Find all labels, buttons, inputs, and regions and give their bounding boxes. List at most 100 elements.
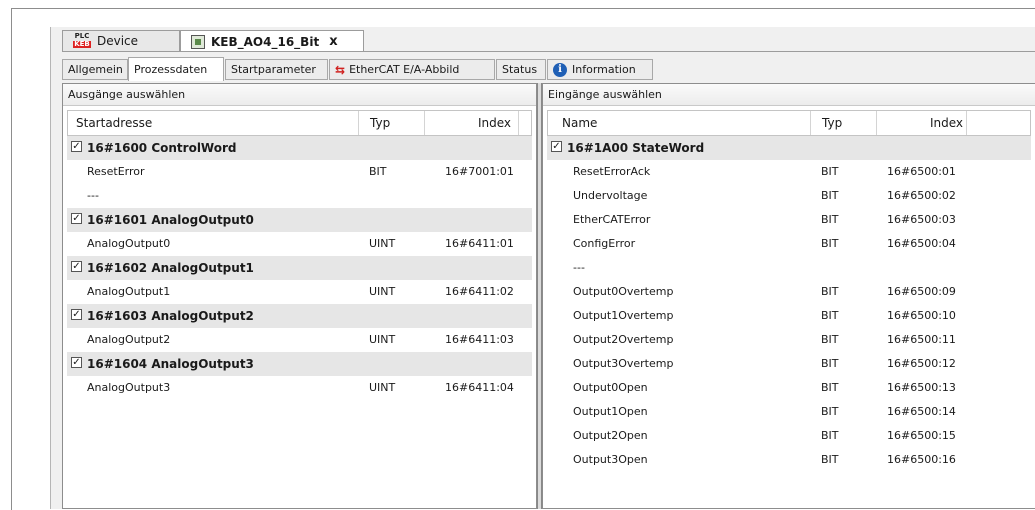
cell-typ: BIT — [821, 453, 839, 466]
group-row[interactable]: ✓ 16#1600 ControlWord — [67, 136, 532, 160]
table-row[interactable]: ConfigError BIT 16#6500:04 — [547, 232, 1031, 256]
table-row[interactable]: ResetErrorAck BIT 16#6500:01 — [547, 160, 1031, 184]
cell-typ: BIT — [821, 309, 839, 322]
group-row[interactable]: ✓ 16#1A00 StateWord — [547, 136, 1031, 160]
outputs-title: Ausgänge auswählen — [63, 84, 536, 106]
table-row[interactable]: --- — [547, 256, 1031, 280]
cell-typ: BIT — [821, 285, 839, 298]
checkbox[interactable]: ✓ — [71, 357, 82, 368]
cell-name: Output3Open — [573, 453, 648, 466]
device-icon — [191, 34, 205, 49]
col-name[interactable]: Name — [562, 116, 597, 130]
inputs-pane: Eingänge auswählen Name Typ Index ✓ 16#1A… — [542, 83, 1035, 509]
cell-name: Output1Open — [573, 405, 648, 418]
col-typ[interactable]: Typ — [822, 116, 842, 130]
cell-index: 16#6411:03 — [445, 333, 514, 346]
table-row[interactable]: Output3Overtemp BIT 16#6500:12 — [547, 352, 1031, 376]
cell-index: 16#6500:15 — [887, 429, 956, 442]
cell-index: 16#7001:01 — [445, 165, 514, 178]
cell-name: --- — [87, 189, 99, 202]
table-row[interactable]: Output1Overtemp BIT 16#6500:10 — [547, 304, 1031, 328]
table-row[interactable]: AnalogOutput1 UINT 16#6411:02 — [67, 280, 532, 304]
table-row[interactable]: Output2Overtemp BIT 16#6500:11 — [547, 328, 1031, 352]
cell-name: Undervoltage — [573, 189, 648, 202]
cell-index: 16#6500:04 — [887, 237, 956, 250]
col-startadresse[interactable]: Startadresse — [76, 116, 152, 130]
table-row[interactable]: Undervoltage BIT 16#6500:02 — [547, 184, 1031, 208]
tab-label: KEB_AO4_16_Bit — [211, 34, 320, 49]
table-row[interactable]: Output2Open BIT 16#6500:15 — [547, 424, 1031, 448]
table-row[interactable]: Output0Overtemp BIT 16#6500:09 — [547, 280, 1031, 304]
inputs-title: Eingänge auswählen — [543, 84, 1035, 106]
cell-name: 16#1600 ControlWord — [87, 141, 237, 155]
inputs-rows: ✓ 16#1A00 StateWord ResetErrorAck BIT 16#650… — [547, 136, 1031, 472]
table-row[interactable]: Output1Open BIT 16#6500:14 — [547, 400, 1031, 424]
table-row[interactable]: EtherCATError BIT 16#6500:03 — [547, 208, 1031, 232]
checkbox[interactable]: ✓ — [551, 141, 562, 152]
checkbox[interactable]: ✓ — [71, 309, 82, 320]
cell-index: 16#6500:03 — [887, 213, 956, 226]
cell-typ: BIT — [821, 381, 839, 394]
cell-index: 16#6500:16 — [887, 453, 956, 466]
cell-name: AnalogOutput0 — [87, 237, 171, 250]
cell-name: Output0Overtemp — [573, 285, 674, 298]
table-row[interactable]: --- — [67, 184, 532, 208]
cell-typ: BIT — [821, 189, 839, 202]
table-row[interactable]: ResetError BIT 16#7001:01 — [67, 160, 532, 184]
outputs-pane: Ausgänge auswählen Startadresse Typ Inde… — [62, 83, 537, 509]
cell-name: Output1Overtemp — [573, 309, 674, 322]
group-row[interactable]: ✓ 16#1601 AnalogOutput0 — [67, 208, 532, 232]
col-index[interactable]: Index — [930, 116, 963, 130]
cell-index: 16#6411:04 — [445, 381, 514, 394]
cell-typ: BIT — [821, 333, 839, 346]
cell-typ: BIT — [821, 237, 839, 250]
outputs-header: Startadresse Typ Index — [67, 110, 532, 136]
group-row[interactable]: ✓ 16#1602 AnalogOutput1 — [67, 256, 532, 280]
cell-name: 16#1603 AnalogOutput2 — [87, 309, 254, 323]
cell-index: 16#6411:01 — [445, 237, 514, 250]
tab-prozessdaten[interactable]: Prozessdaten — [128, 57, 224, 81]
cell-typ: BIT — [821, 429, 839, 442]
col-typ[interactable]: Typ — [370, 116, 390, 130]
cell-name: Output0Open — [573, 381, 648, 394]
table-row[interactable]: AnalogOutput3 UINT 16#6411:04 — [67, 376, 532, 400]
tab-status[interactable]: Status — [496, 59, 546, 80]
cell-typ: UINT — [369, 237, 396, 250]
cell-name: 16#1601 AnalogOutput0 — [87, 213, 254, 227]
cell-name: 16#1602 AnalogOutput1 — [87, 261, 254, 275]
cell-typ: BIT — [821, 357, 839, 370]
cell-typ: BIT — [369, 165, 387, 178]
cell-index: 16#6500:14 — [887, 405, 956, 418]
checkbox[interactable]: ✓ — [71, 261, 82, 272]
cell-name: 16#1A00 StateWord — [567, 141, 705, 155]
cell-name: Output2Overtemp — [573, 333, 674, 346]
cell-index: 16#6500:01 — [887, 165, 956, 178]
tab-allgemein[interactable]: Allgemein — [62, 59, 128, 80]
cell-name: AnalogOutput1 — [87, 285, 171, 298]
cell-typ: BIT — [821, 405, 839, 418]
cell-index: 16#6500:02 — [887, 189, 956, 202]
close-icon[interactable]: x — [329, 34, 337, 49]
tab-information[interactable]: i Information — [547, 59, 653, 80]
group-row[interactable]: ✓ 16#1603 AnalogOutput2 — [67, 304, 532, 328]
cell-index: 16#6500:12 — [887, 357, 956, 370]
cell-name: --- — [573, 261, 585, 274]
group-row[interactable]: ✓ 16#1604 AnalogOutput3 — [67, 352, 532, 376]
tab-startparameter[interactable]: Startparameter — [225, 59, 328, 80]
cell-name: Output2Open — [573, 429, 648, 442]
checkbox[interactable]: ✓ — [71, 213, 82, 224]
checkbox[interactable]: ✓ — [71, 141, 82, 152]
tab-keb-ao4[interactable]: KEB_AO4_16_Bit x — [180, 30, 364, 52]
cell-name: AnalogOutput3 — [87, 381, 171, 394]
cell-name: ConfigError — [573, 237, 636, 250]
tab-ethercat-ea-abbild[interactable]: ⇆ EtherCAT E/A-Abbild — [329, 59, 495, 80]
tab-device[interactable]: PLC KEB Device — [62, 30, 180, 51]
table-row[interactable]: AnalogOutput2 UINT 16#6411:03 — [67, 328, 532, 352]
cell-index: 16#6500:09 — [887, 285, 956, 298]
table-row[interactable]: Output0Open BIT 16#6500:13 — [547, 376, 1031, 400]
cell-typ: BIT — [821, 165, 839, 178]
col-index[interactable]: Index — [478, 116, 511, 130]
table-row[interactable]: AnalogOutput0 UINT 16#6411:01 — [67, 232, 532, 256]
cell-typ: UINT — [369, 381, 396, 394]
table-row[interactable]: Output3Open BIT 16#6500:16 — [547, 448, 1031, 472]
